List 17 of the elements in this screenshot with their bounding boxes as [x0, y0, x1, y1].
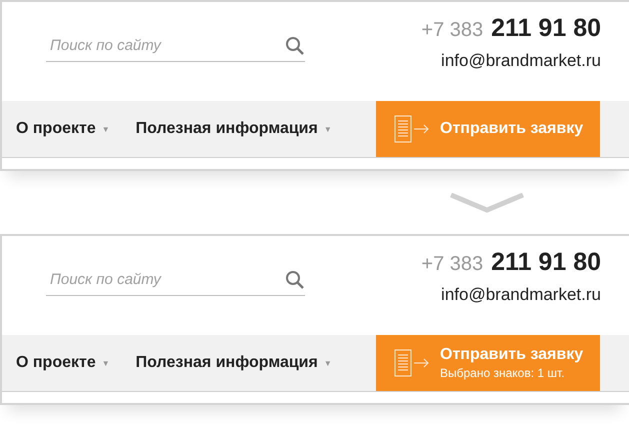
search-icon[interactable]	[285, 270, 305, 290]
nav-menu-item[interactable]: Полезная информация ▼	[136, 354, 332, 372]
email-link[interactable]: info@brandmarket.ru	[441, 285, 601, 305]
document-arrow-icon	[394, 115, 430, 143]
document-arrow-icon	[394, 349, 430, 377]
nav-menu-item[interactable]: О проекте ▼	[16, 354, 110, 372]
phone-code: +7 383	[421, 19, 484, 42]
nav-menu-item[interactable]: О проекте ▼	[16, 120, 110, 138]
phone-code: +7 383	[421, 253, 484, 276]
search-icon[interactable]	[285, 36, 305, 56]
email-link[interactable]: info@brandmarket.ru	[441, 51, 601, 71]
chevron-down-icon	[449, 192, 525, 212]
phone-number: 211 91 80	[491, 248, 601, 277]
phone-number: 211 91 80	[491, 14, 601, 43]
nav-menu-item[interactable]: Полезная информация ▼	[136, 120, 332, 138]
search-field[interactable]: Поиск по сайту	[46, 271, 274, 288]
search-field[interactable]: Поиск по сайту	[46, 37, 274, 54]
